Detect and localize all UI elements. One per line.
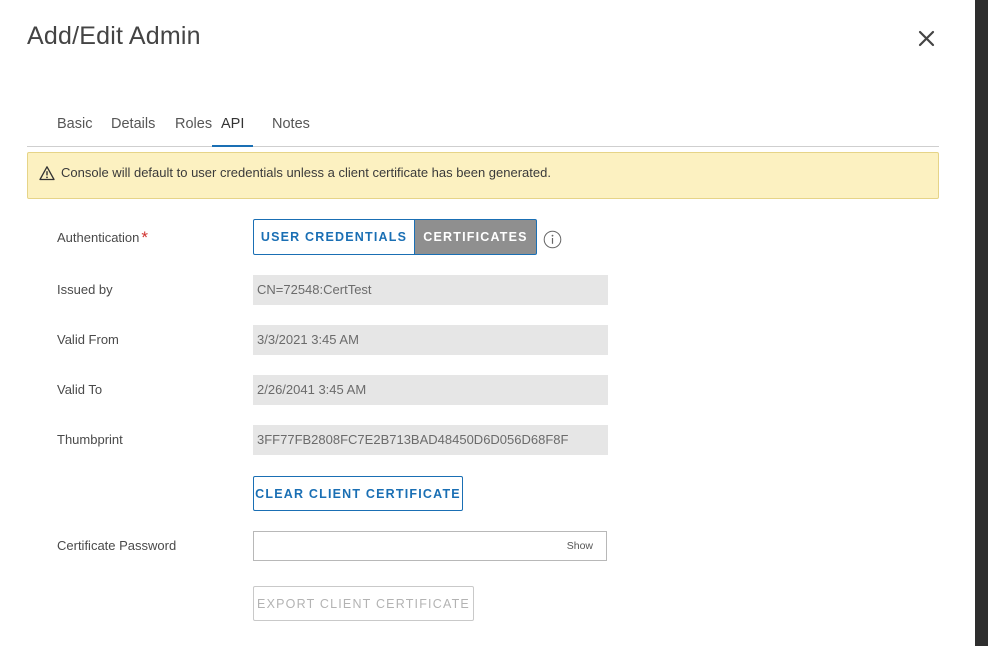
valid-from-label: Valid From [57, 332, 119, 347]
tab-basic[interactable]: Basic [57, 116, 92, 145]
show-password-toggle[interactable]: Show [567, 540, 593, 552]
dialog-title: Add/Edit Admin [27, 22, 201, 50]
certificates-option[interactable]: CERTIFICATES [415, 219, 537, 255]
valid-to-field: 2/26/2041 3:45 AM [253, 375, 608, 405]
thumbprint-label: Thumbprint [57, 432, 123, 447]
tab-bar: Basic Details Roles API Notes [27, 104, 939, 147]
valid-from-field: 3/3/2021 3:45 AM [253, 325, 608, 355]
background-overlay-edge [975, 0, 988, 646]
warning-banner: Console will default to user credentials… [27, 152, 939, 199]
certificate-password-field: Show [253, 531, 607, 561]
info-icon[interactable] [543, 230, 562, 249]
tab-details[interactable]: Details [111, 116, 155, 145]
authentication-label-text: Authentication [57, 230, 140, 245]
tab-roles[interactable]: Roles [175, 116, 212, 145]
thumbprint-field: 3FF77FB2808FC7E2B713BAD48450D6D056D68F8F [253, 425, 608, 455]
authentication-toggle: USER CREDENTIALS CERTIFICATES [253, 219, 537, 255]
close-icon [918, 30, 935, 47]
warning-message: Console will default to user credentials… [61, 165, 551, 180]
user-credentials-option[interactable]: USER CREDENTIALS [253, 219, 415, 255]
valid-to-label: Valid To [57, 382, 103, 397]
certificate-password-label: Certificate Password [57, 538, 177, 553]
required-marker: * [141, 228, 149, 247]
issued-by-field: CN=72548:CertTest [253, 275, 608, 305]
export-client-certificate-button[interactable]: EXPORT CLIENT CERTIFICATE [253, 586, 474, 621]
certificate-password-input[interactable] [258, 536, 562, 558]
clear-client-certificate-button[interactable]: CLEAR CLIENT CERTIFICATE [253, 476, 463, 511]
authentication-label: Authentication * [57, 227, 148, 247]
add-edit-admin-dialog: Add/Edit Admin Basic Details Roles API N… [0, 0, 975, 646]
warning-icon [39, 166, 55, 181]
issued-by-label: Issued by [57, 282, 113, 297]
tab-notes[interactable]: Notes [272, 116, 310, 145]
close-button[interactable] [913, 25, 939, 51]
tab-api[interactable]: API [212, 116, 254, 147]
